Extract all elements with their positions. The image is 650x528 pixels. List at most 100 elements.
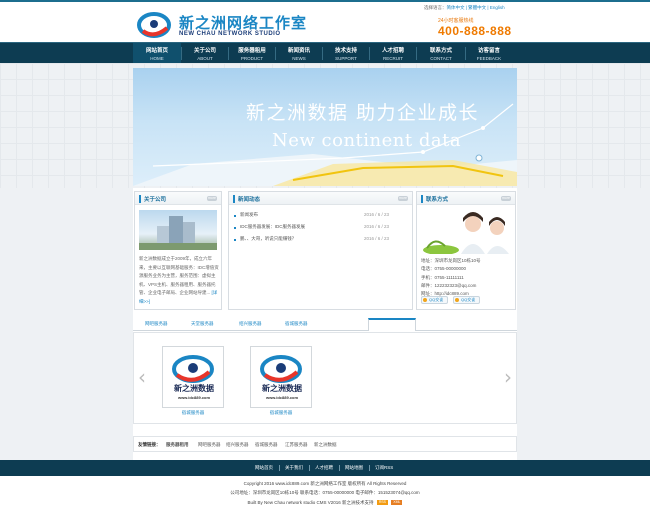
footer-address: 公司地址：深圳市龙岗区10栋10号 联系电话：0755-00000000 电子邮… xyxy=(230,490,420,495)
nav-item-news[interactable]: 新闻资讯 NEWS xyxy=(276,43,322,64)
friend-link[interactable]: 新之洲数据 xyxy=(314,442,337,448)
nav-label-cn: 联系方式 xyxy=(429,48,452,54)
banner-graphic-icon xyxy=(133,103,517,186)
product-card[interactable]: 新之洲数据 www.idc889.com 宿城服务器 xyxy=(250,346,312,415)
news-item[interactable]: IDC服务器发展：IDC服务器发展 2016 / 6 / 23 xyxy=(234,224,389,236)
language-switcher[interactable]: 选择语言：简体中文 | 繁體中文 | English xyxy=(424,5,505,11)
nav-item-home[interactable]: 网站首页 HOME xyxy=(133,43,181,64)
product-card[interactable]: 新之洲数据 www.idc889.com 宿城服务器 xyxy=(162,346,224,415)
friend-link[interactable]: 江苏服务器 xyxy=(285,442,308,448)
footer-divider xyxy=(339,465,340,471)
contact-more-button[interactable]: more xyxy=(501,196,511,201)
logo-title: 新之洲网络工作室 xyxy=(179,14,308,32)
footer-link-home[interactable]: 网站首页 xyxy=(255,460,273,476)
building-icon xyxy=(139,216,217,250)
about-building-image xyxy=(139,210,217,250)
carousel-prev-arrow-icon[interactable]: ‹ xyxy=(138,367,148,387)
about-panel-title: 关于公司 xyxy=(139,195,166,203)
qq-label: QQ交谈 xyxy=(461,297,476,302)
bullet-icon xyxy=(234,227,236,229)
tab-sucheng-servers[interactable]: 宿城服务器 xyxy=(285,321,308,327)
friend-link[interactable]: 宿城服务器 xyxy=(255,442,278,448)
nav-item-recruit[interactable]: 人才招聘 RECRUIT xyxy=(370,43,416,64)
news-item[interactable]: 鹏、、大哥，听说只能赚钱？ 2016 / 6 / 23 xyxy=(234,236,389,248)
nav-label-cn: 服务器租用 xyxy=(238,48,266,54)
news-title[interactable]: IDC服务器发展：IDC服务器发展 xyxy=(240,224,305,230)
friend-link[interactable]: 服务器租用 xyxy=(166,442,189,448)
news-title[interactable]: 鹏、、大哥，听说只能赚钱？ xyxy=(240,236,296,242)
product-url-text: www.idc889.com xyxy=(265,395,299,400)
footer: Copyright 2016 www.idc889.com 新之洲网络工作室 版… xyxy=(0,476,650,528)
friend-links-label: 友情链接： xyxy=(138,442,161,447)
nav-label-en: ABOUT xyxy=(197,56,213,61)
product-tabs: 网吧服务器 天堂服务器 绍兴服务器 宿城服务器 xyxy=(133,318,517,331)
customer-service-image xyxy=(421,210,513,254)
rss-badge-icon[interactable]: RSS xyxy=(376,500,389,506)
product-brand-text: 新之洲数据 xyxy=(262,384,302,393)
nav-label-en: HOME xyxy=(150,56,164,61)
nav-item-support[interactable]: 技术支持 SUPPORT xyxy=(323,43,369,64)
footer-built-by: Built By New Chau network studio CMS V20… xyxy=(0,500,650,506)
footer-link-sitemap[interactable]: 网站地图 xyxy=(345,460,363,476)
nav-label-cn: 访客留言 xyxy=(477,48,500,54)
news-date: 2016 / 6 / 23 xyxy=(363,236,389,241)
qq-icon xyxy=(423,298,427,302)
logo-mark-icon xyxy=(137,12,171,38)
logo[interactable]: 新之洲网络工作室 NEW CHAU NETWORK STUDIO xyxy=(137,11,317,41)
hotline-number: 400-888-888 xyxy=(438,24,512,38)
footer-link-about[interactable]: 关于我们 xyxy=(285,460,303,476)
news-panel: 新闻动态 more 新闻发布 2016 / 6 / 23 IDC服务器发展：IDC… xyxy=(228,191,413,310)
footer-built-by-text: Built By New Chau network studio CMS V20… xyxy=(247,500,374,505)
footer-nav: 网站首页 关于我们 人才招聘 网站地图 订阅RSS xyxy=(0,460,650,476)
main-nav: 网站首页 HOME 关于公司 ABOUT 服务器租用 PRODUCT 新闻资讯 NEWS… xyxy=(0,42,650,64)
footer-link-recruit[interactable]: 人才招聘 xyxy=(315,460,333,476)
product-image-frame: 新之洲数据 www.idc889.com xyxy=(162,346,224,408)
about-text: 新之洲数据成立于2009年，成立六年来，主要以互联网基础服务：IDC增值资源服务… xyxy=(139,256,219,295)
carousel-next-arrow-icon[interactable]: › xyxy=(504,367,514,387)
footer-link-rss[interactable]: 订阅RSS xyxy=(375,460,393,476)
news-list: 新闻发布 2016 / 6 / 23 IDC服务器发展：IDC服务器发展 2016 … xyxy=(234,212,389,248)
friend-link[interactable]: 网吧服务器 xyxy=(198,442,221,448)
friend-link[interactable]: 绍兴服务器 xyxy=(226,442,249,448)
contact-mobile: 手机：0755-11111111 xyxy=(421,274,464,280)
qq-chat-button[interactable]: QQ交谈 xyxy=(453,296,480,304)
contact-panel-title: 联系方式 xyxy=(421,195,448,203)
language-label: 选择语言： xyxy=(424,5,447,10)
nav-item-contact[interactable]: 联系方式 CONTACT xyxy=(417,43,465,64)
news-date: 2016 / 6 / 23 xyxy=(363,224,389,229)
nav-item-about[interactable]: 关于公司 ABOUT xyxy=(182,43,228,64)
bullet-icon xyxy=(234,239,236,241)
product-logo-icon xyxy=(172,355,214,383)
nav-item-product[interactable]: 服务器租用 PRODUCT xyxy=(229,43,275,64)
news-panel-title: 新闻动态 xyxy=(233,195,260,203)
product-carousel: ‹ › 新之洲数据 www.idc889.com 宿城服务器 新之洲数据 www… xyxy=(133,332,517,424)
xml-badge-icon[interactable]: XML xyxy=(391,500,403,506)
tab-tiantang-servers[interactable]: 天堂服务器 xyxy=(191,321,214,327)
tab-netcafe-servers[interactable]: 网吧服务器 xyxy=(145,321,168,327)
about-more-button[interactable]: more xyxy=(207,196,217,201)
banner-subheadline: New continent data xyxy=(272,130,462,151)
nav-label-cn: 关于公司 xyxy=(193,48,216,54)
footer-divider xyxy=(309,465,310,471)
qq-label: QQ交谈 xyxy=(429,297,444,302)
nav-item-feedback[interactable]: 访客留言 FEEDBACK xyxy=(466,43,512,64)
nav-label-en: RECRUIT xyxy=(383,56,403,61)
news-item[interactable]: 新闻发布 2016 / 6 / 23 xyxy=(234,212,389,224)
footer-divider xyxy=(279,465,280,471)
product-name[interactable]: 宿城服务器 xyxy=(250,410,312,416)
about-description: 新之洲数据成立于2009年，成立六年来，主要以互联网基础服务：IDC增值资源服务… xyxy=(139,255,219,306)
news-more-button[interactable]: more xyxy=(398,196,408,201)
tab-shaoxing-servers[interactable]: 绍兴服务器 xyxy=(239,321,262,327)
bullet-icon xyxy=(234,215,236,217)
news-date: 2016 / 6 / 23 xyxy=(363,212,389,217)
qq-chat-button[interactable]: QQ交谈 xyxy=(421,296,448,304)
footer-divider xyxy=(369,465,370,471)
footer-copyright: Copyright 2016 www.idc889.com 新之洲网络工作室 版… xyxy=(243,481,407,486)
news-title[interactable]: 新闻发布 xyxy=(240,212,258,218)
hero-banner[interactable]: 新之洲数据 助力企业成长 New continent data xyxy=(133,68,517,186)
language-options[interactable]: 简体中文 | 繁體中文 | English xyxy=(447,5,505,10)
product-name[interactable]: 宿城服务器 xyxy=(162,410,224,416)
contact-email[interactable]: 邮件：122232323@qq.com xyxy=(421,282,481,290)
news-panel-header: 新闻动态 more xyxy=(229,192,412,205)
nav-label-en: SUPPORT xyxy=(335,56,357,61)
